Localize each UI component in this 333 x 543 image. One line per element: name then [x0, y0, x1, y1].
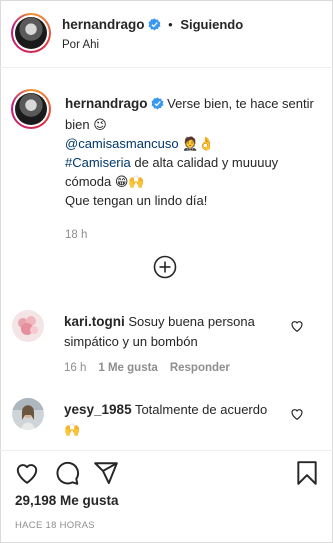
- commenter-avatar[interactable]: [12, 398, 44, 430]
- commenter-username[interactable]: kari.togni: [64, 314, 125, 329]
- comment-likes-count[interactable]: 1 Me gusta: [98, 362, 157, 374]
- avatar-image: [12, 398, 44, 430]
- reply-button[interactable]: Responder: [170, 362, 230, 374]
- caption-age: 18 h: [65, 229, 88, 241]
- caption-mention-emoji: 🤵👌: [178, 136, 215, 151]
- caption-mention-link[interactable]: @camisasmancuso: [65, 136, 179, 151]
- comment-like-button[interactable]: [290, 407, 304, 421]
- plus-circle-icon: [153, 255, 177, 279]
- commenter-avatar[interactable]: [12, 310, 44, 342]
- save-button[interactable]: [294, 460, 320, 486]
- heart-icon: [291, 409, 303, 420]
- post-header: hernandrago • Siguiendo Por Ahi: [0, 0, 333, 68]
- bookmark-icon: [297, 461, 317, 485]
- author-avatar-image: [15, 17, 47, 49]
- commenter-username[interactable]: yesy_1985: [64, 402, 132, 417]
- post-actions: 29,198 Me gusta HACE 18 HORAS: [0, 450, 333, 543]
- comment-text: kari.togni Sosuy buena persona simpático…: [64, 312, 286, 352]
- comment-button[interactable]: [54, 460, 80, 486]
- heart-icon: [291, 321, 303, 332]
- caption: hernandrago Verse bien, te hace sentir b…: [65, 94, 315, 245]
- verified-badge-icon: [148, 18, 161, 34]
- heart-icon: [16, 464, 38, 484]
- caption-avatar-image: [15, 93, 47, 125]
- header-user-line: hernandrago • Siguiendo: [62, 17, 243, 34]
- caption-text-3: Que tengan un lindo día!: [65, 193, 208, 208]
- caption-username[interactable]: hernandrago: [65, 96, 148, 111]
- caption-hashtag-link[interactable]: #Camiseria: [65, 155, 131, 170]
- header-separator: •: [168, 17, 173, 32]
- author-username[interactable]: hernandrago: [62, 17, 145, 32]
- location-link[interactable]: Por Ahi: [62, 39, 99, 51]
- share-icon: [94, 462, 118, 485]
- following-button[interactable]: Siguiendo: [180, 17, 243, 32]
- comment-icon: [56, 461, 79, 485]
- verified-badge-icon: [151, 96, 164, 115]
- comment-text: yesy_1985 Totalmente de acuerdo 🙌: [64, 400, 286, 440]
- comment-meta: 16 h 1 Me gusta Responder: [64, 362, 230, 374]
- post-timestamp: HACE 18 HORAS: [15, 520, 95, 531]
- share-button[interactable]: [93, 460, 119, 486]
- comment-like-button[interactable]: [290, 319, 304, 333]
- load-more-comments-button[interactable]: [153, 255, 177, 279]
- caption-avatar[interactable]: [11, 89, 51, 129]
- likes-count[interactable]: 29,198 Me gusta: [15, 493, 119, 508]
- avatar-image: [12, 310, 44, 342]
- author-avatar[interactable]: [11, 13, 51, 53]
- like-button[interactable]: [14, 460, 40, 486]
- comment-age: 16 h: [64, 362, 87, 374]
